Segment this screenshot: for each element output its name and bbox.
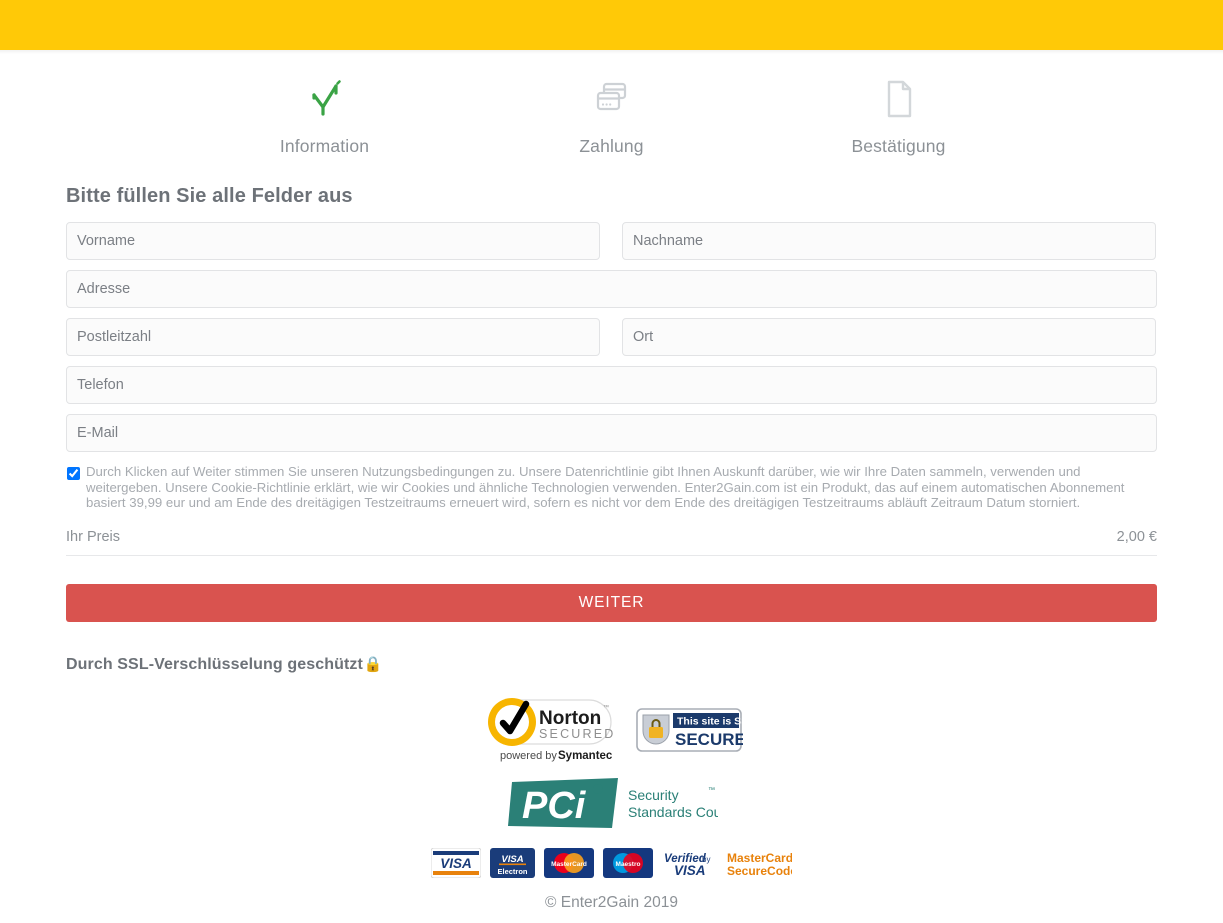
email-input[interactable] (66, 414, 1157, 452)
step-label-information: Information (279, 136, 370, 156)
telefon-input[interactable] (66, 366, 1157, 404)
adresse-input[interactable] (66, 270, 1157, 308)
maestro-logo: Maestro (603, 847, 653, 878)
payment-card-logos: VISA VISA Electron MasterCard Maestro Ve… (66, 847, 1157, 878)
top-header-bar (0, 0, 1223, 50)
pci-council-badge: PCi Security Standards Council ™ (506, 776, 718, 834)
ssl-protection-text: Durch SSL-Verschlüsselung geschützt (66, 655, 363, 673)
terms-checkbox[interactable] (67, 467, 80, 480)
step-information[interactable]: Information (181, 76, 468, 157)
form-row-phone (66, 366, 1157, 404)
step-bestaetigung[interactable]: Bestätigung (755, 76, 1042, 157)
footer-copyright: © Enter2Gain 2019 (545, 893, 678, 911)
svg-text:VISA: VISA (440, 856, 472, 871)
terms-block: Durch Klicken auf Weiter stimmen Sie uns… (66, 464, 1157, 511)
checkout-page: Information Zahlung Bestätigung Bitte fü… (0, 0, 1223, 923)
visa-logo: VISA (431, 847, 481, 878)
svg-text:Standards Council: Standards Council (628, 804, 718, 820)
ssl-secured-seal: This site is SSL SECURED (635, 705, 743, 755)
mastercard-securecode-logo: MasterCard SecureCode (726, 848, 792, 878)
nachname-input[interactable] (622, 222, 1156, 260)
postleitzahl-input[interactable] (66, 318, 600, 356)
svg-text:VISA: VISA (501, 854, 523, 865)
page-title: Bitte füllen Sie alle Felder aus (66, 185, 353, 207)
step-zahlung[interactable]: Zahlung (468, 76, 755, 157)
verified-by-visa-logo: Verified by VISA (662, 848, 717, 878)
trust-badges-row-2: PCi Security Standards Council ™ (66, 776, 1157, 834)
credit-cards-icon (592, 76, 632, 122)
svg-text:Norton: Norton (539, 708, 601, 729)
check-icon (303, 76, 347, 122)
price-label: Ihr Preis (66, 528, 120, 545)
svg-text:SecureCode: SecureCode (727, 864, 792, 878)
svg-text:SECURED: SECURED (539, 727, 613, 741)
svg-text:Electron: Electron (497, 867, 527, 876)
step-label-bestaetigung: Bestätigung (851, 136, 946, 156)
checkout-container: Bitte füllen Sie alle Felder aus Durch K… (66, 185, 1157, 912)
svg-text:MasterCard: MasterCard (551, 861, 587, 868)
weiter-button[interactable]: WEITER (66, 583, 1157, 622)
mastercard-logo: MasterCard (544, 847, 594, 878)
svg-text:SECURED: SECURED (675, 730, 743, 749)
terms-text: Durch Klicken auf Weiter stimmen Sie uns… (86, 464, 1125, 511)
svg-text:™: ™ (708, 787, 715, 794)
form-row-name (66, 222, 1157, 260)
svg-text:PCi: PCi (522, 785, 587, 827)
svg-text:powered by: powered by (500, 750, 557, 762)
ssl-protection-note: Durch SSL-Verschlüsselung geschützt 🔒 (66, 656, 1157, 674)
ort-input[interactable] (622, 318, 1156, 356)
price-row: Ihr Preis 2,00 € (66, 529, 1157, 556)
lock-icon: 🔒 (363, 656, 383, 674)
svg-text:™: ™ (603, 704, 609, 711)
form-row-email (66, 414, 1157, 452)
svg-text:This site is SSL: This site is SSL (677, 715, 743, 727)
document-icon (880, 76, 918, 122)
norton-secured-badge: Norton SECURED ™ powered by Symantec (481, 696, 613, 764)
svg-text:Maestro: Maestro (616, 861, 641, 868)
svg-text:Symantec: Symantec (558, 750, 613, 762)
svg-text:Security: Security (628, 787, 679, 803)
price-amount: 2,00 € (1116, 528, 1157, 545)
vorname-input[interactable] (66, 222, 600, 260)
form-row-address (66, 270, 1157, 308)
checkout-steps: Information Zahlung Bestätigung (0, 54, 1223, 157)
trust-badges-row-1: Norton SECURED ™ powered by Symantec Thi… (66, 696, 1157, 764)
visa-electron-logo: VISA Electron (490, 847, 535, 878)
form-row-city (66, 318, 1157, 356)
step-label-zahlung: Zahlung (579, 136, 644, 156)
svg-text:VISA: VISA (674, 863, 706, 878)
svg-text:MasterCard: MasterCard (727, 851, 792, 865)
